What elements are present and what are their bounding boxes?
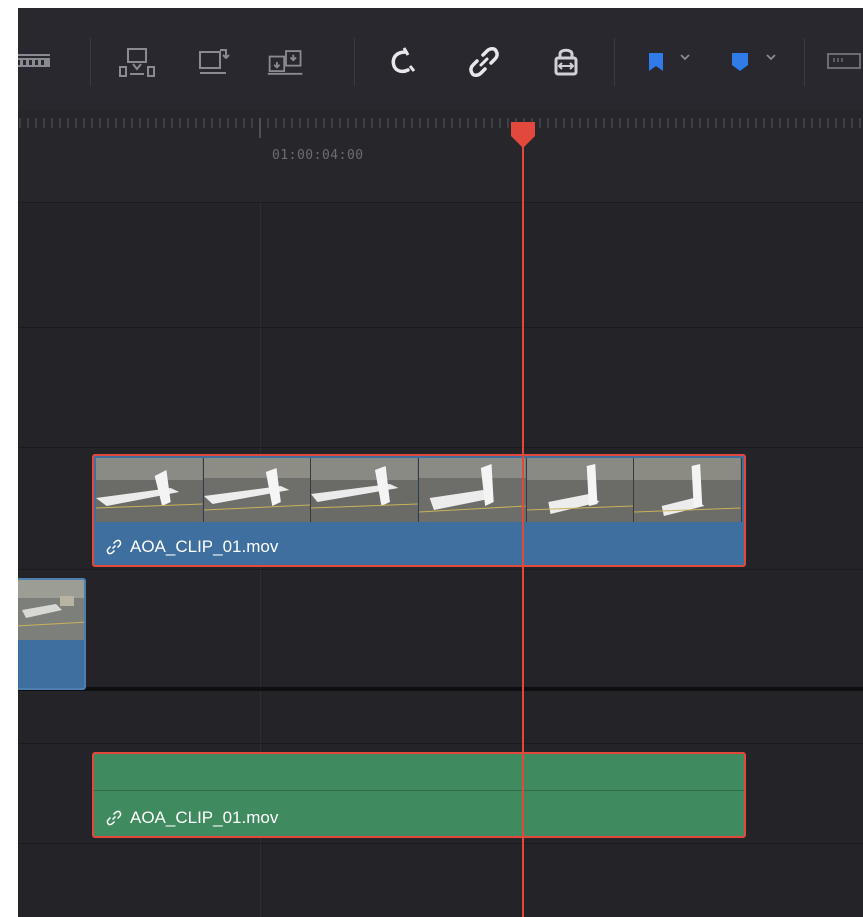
view-options-icon[interactable] — [826, 42, 863, 82]
video-clip-name: AOA_CLIP_01.mov — [130, 537, 279, 556]
clip-thumbnail — [18, 580, 84, 640]
ruler-ticks — [19, 118, 861, 138]
playhead-handle[interactable] — [509, 120, 537, 150]
flag-chevron-down-icon[interactable] — [678, 50, 692, 64]
clip-thumbnail — [311, 458, 420, 522]
clip-thumbnail — [419, 458, 527, 522]
link-icon — [106, 539, 122, 555]
toolbar-separator — [354, 38, 355, 86]
marker-chevron-down-icon[interactable] — [764, 50, 778, 64]
clip-thumbnail — [203, 458, 312, 522]
insert-clip-icon[interactable] — [118, 42, 158, 82]
link-icon — [106, 810, 122, 826]
previous-video-clip[interactable] — [18, 578, 86, 690]
audio-clip-label: AOA_CLIP_01.mov — [106, 808, 278, 828]
clip-thumbnail-strip — [96, 458, 743, 522]
position-lock-icon[interactable] — [546, 42, 586, 82]
playhead-line[interactable] — [522, 133, 524, 917]
timeline-ruler[interactable]: 01:00:04:00 — [18, 110, 863, 203]
timeline-window: 01:00:04:00 AOA_CLIP_01.mov AOA_CLIP_01.… — [18, 8, 863, 917]
track-separator — [18, 569, 863, 570]
ruler-timecode: 01:00:04:00 — [272, 148, 364, 163]
audio-clip[interactable]: AOA_CLIP_01.mov — [92, 752, 746, 838]
video-audio-divider[interactable] — [18, 687, 863, 691]
timeline-toolbar — [18, 8, 863, 111]
toolbar-separator — [804, 38, 805, 86]
track-separator — [18, 447, 863, 448]
marker-icon[interactable] — [720, 42, 760, 82]
snapping-icon[interactable] — [382, 42, 422, 82]
toolbar-separator — [614, 38, 615, 86]
clip-thumbnail — [96, 458, 204, 522]
track-separator — [18, 743, 863, 744]
linked-selection-icon[interactable] — [464, 42, 504, 82]
track-separator — [18, 843, 863, 844]
clip-thumbnail — [526, 458, 635, 522]
video-clip[interactable]: AOA_CLIP_01.mov — [92, 454, 746, 567]
blade-edit-icon[interactable] — [18, 42, 54, 82]
flag-icon[interactable] — [636, 42, 676, 82]
track-separator — [18, 327, 863, 328]
audio-channel-divider — [94, 790, 744, 791]
audio-clip-name: AOA_CLIP_01.mov — [130, 808, 279, 827]
clip-thumbnail — [634, 458, 743, 522]
video-clip-label: AOA_CLIP_01.mov — [106, 537, 278, 557]
overwrite-clip-icon[interactable] — [194, 42, 234, 82]
replace-clip-icon[interactable] — [266, 42, 306, 82]
toolbar-separator — [90, 38, 91, 86]
